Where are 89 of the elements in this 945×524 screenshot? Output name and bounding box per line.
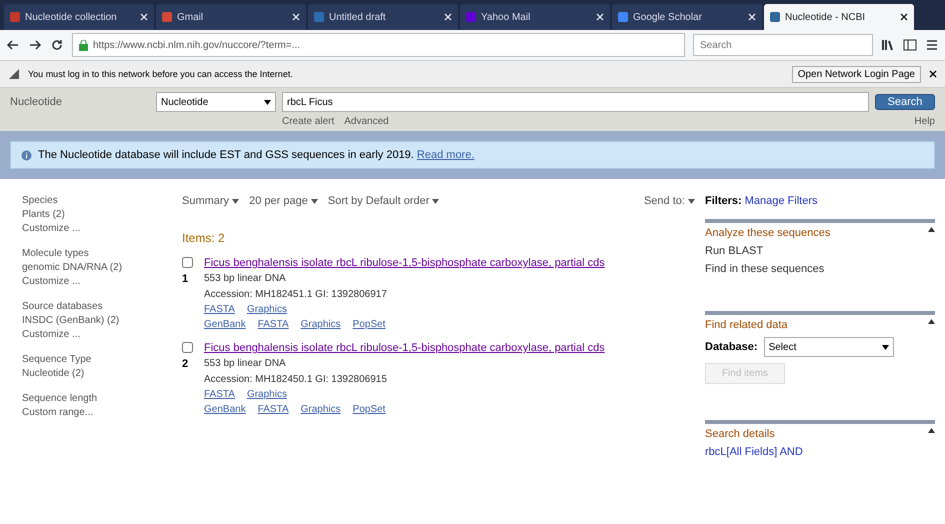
result-link[interactable]: PopSet	[352, 404, 386, 415]
database-select[interactable]: Select	[764, 337, 894, 357]
collapse-icon[interactable]	[928, 428, 935, 433]
facet-title: Sequence length	[22, 393, 98, 404]
facet-title: Sequence Type	[22, 354, 92, 365]
caret-icon	[688, 199, 695, 204]
close-icon[interactable]	[929, 70, 937, 78]
forward-icon[interactable]	[28, 38, 42, 52]
address-bar[interactable]: https://www.ncbi.nlm.nih.gov/nuccore/?term=...	[72, 33, 685, 57]
customize-link[interactable]: Customize ...	[22, 223, 172, 234]
login-page-button[interactable]: Open Network Login Page	[792, 66, 921, 82]
caret-icon	[882, 344, 889, 350]
accession-text: Accession: MH182450.1 GI: 1392806915	[204, 374, 388, 385]
database-label: Nucleotide	[10, 96, 63, 108]
display-option[interactable]: 20 per page	[249, 195, 318, 207]
collapse-icon[interactable]	[928, 319, 935, 324]
facet-option[interactable]: INSDC (GenBank) (2)	[22, 315, 172, 326]
browser-tab[interactable]: Nucleotide - NCBI	[764, 4, 914, 30]
browser-tab[interactable]: Gmail	[156, 4, 306, 30]
result-link[interactable]: FASTA	[258, 404, 289, 415]
section-title: Search details	[705, 428, 775, 440]
result-checkbox[interactable]	[182, 342, 193, 353]
caret-icon	[264, 100, 271, 104]
result-link[interactable]: PopSet	[352, 319, 386, 330]
collapse-icon[interactable]	[928, 227, 935, 232]
library-icon[interactable]	[881, 38, 895, 52]
facet-option[interactable]: Plants (2)	[22, 209, 172, 220]
result-number: 1	[182, 273, 190, 285]
search-details-link[interactable]: rbcL[All Fields] AND	[705, 446, 935, 458]
close-icon[interactable]	[900, 13, 908, 21]
items-count: Items: 2	[182, 231, 226, 245]
result-title-link[interactable]: Ficus benghalensis isolate rbcL ribulose-1,5-bisphosphate carboxylase, partial cds	[204, 342, 695, 354]
manage-filters-link[interactable]: Manage Filters	[744, 195, 818, 207]
facet-title: Molecule types	[22, 248, 90, 259]
banner-text: The Nucleotide database will include EST and GSS sequences in early 2019. Read more.	[38, 149, 474, 161]
facet-title: Species	[22, 195, 59, 206]
section-title: Find related data	[705, 319, 788, 331]
sidebar-link[interactable]: Run BLAST	[705, 245, 935, 257]
caret-icon	[232, 199, 240, 204]
send-to-menu[interactable]: Send to:	[644, 195, 695, 207]
result-link[interactable]: Graphics	[300, 404, 341, 415]
result-number: 2	[182, 358, 190, 370]
read-more-link[interactable]: Read more.	[416, 149, 474, 161]
browser-tab[interactable]: Yahoo Mail	[460, 4, 610, 30]
result-description: 553 bp linear DNA	[204, 358, 287, 370]
reload-icon[interactable]	[50, 38, 64, 52]
result-checkbox[interactable]	[182, 257, 193, 268]
customize-link[interactable]: Customize ...	[22, 329, 172, 340]
result-link[interactable]: FASTA	[204, 389, 235, 400]
browser-tab[interactable]: Nucleotide collection	[4, 4, 154, 30]
database-label: Database:	[705, 341, 758, 353]
facet-option[interactable]: genomic DNA/RNA (2)	[22, 262, 172, 273]
result-title-link[interactable]: Ficus benghalensis isolate rbcL ribulose-1,5-bisphosphate carboxylase, partial cds	[204, 257, 695, 269]
query-field[interactable]: rbcL Ficus	[282, 92, 869, 112]
customize-link[interactable]: Custom range...	[22, 407, 172, 418]
result-link[interactable]: GenBank	[204, 319, 246, 330]
display-option[interactable]: Sort by Default order	[328, 195, 440, 207]
notice-text: You must log in to this network before you can access the Internet.	[28, 69, 294, 79]
sidebar-icon[interactable]	[903, 38, 917, 52]
database-select[interactable]: Nucleotide	[156, 92, 276, 112]
result-link[interactable]: Graphics	[246, 304, 287, 315]
result-link[interactable]: GenBank	[204, 404, 246, 415]
back-icon[interactable]	[6, 38, 20, 52]
facet-option[interactable]: Nucleotide (2)	[22, 368, 172, 379]
result-description: 553 bp linear DNA	[204, 273, 287, 285]
menu-icon[interactable]	[925, 38, 939, 52]
result-link[interactable]: FASTA	[204, 304, 235, 315]
facet-title: Source databases	[22, 301, 104, 312]
browser-tab[interactable]: Google Scholar	[612, 4, 762, 30]
sidebar-link[interactable]: Find in these sequences	[705, 263, 935, 275]
search-field[interactable]: Search	[693, 34, 873, 56]
result-link[interactable]: Graphics	[246, 389, 287, 400]
accession-text: Accession: MH182451.1 GI: 1392806917	[204, 289, 388, 300]
caret-icon	[432, 199, 440, 204]
filters-label: Filters:	[705, 195, 742, 207]
result-link[interactable]: Graphics	[300, 319, 341, 330]
caret-icon	[310, 199, 318, 204]
help-link[interactable]: Help	[914, 116, 935, 127]
network-icon	[8, 68, 20, 80]
result-link[interactable]: FASTA	[258, 319, 289, 330]
browser-tab[interactable]: Untitled draft	[308, 4, 458, 30]
search-button[interactable]: Search	[875, 94, 935, 110]
header-link[interactable]: Advanced	[344, 116, 389, 127]
section-title: Analyze these sequences	[705, 227, 830, 239]
display-option[interactable]: Summary	[182, 195, 240, 207]
customize-link[interactable]: Customize ...	[22, 276, 172, 287]
info-icon	[21, 150, 32, 160]
header-link[interactable]: Create alert	[282, 116, 334, 127]
lock-icon	[79, 40, 88, 50]
